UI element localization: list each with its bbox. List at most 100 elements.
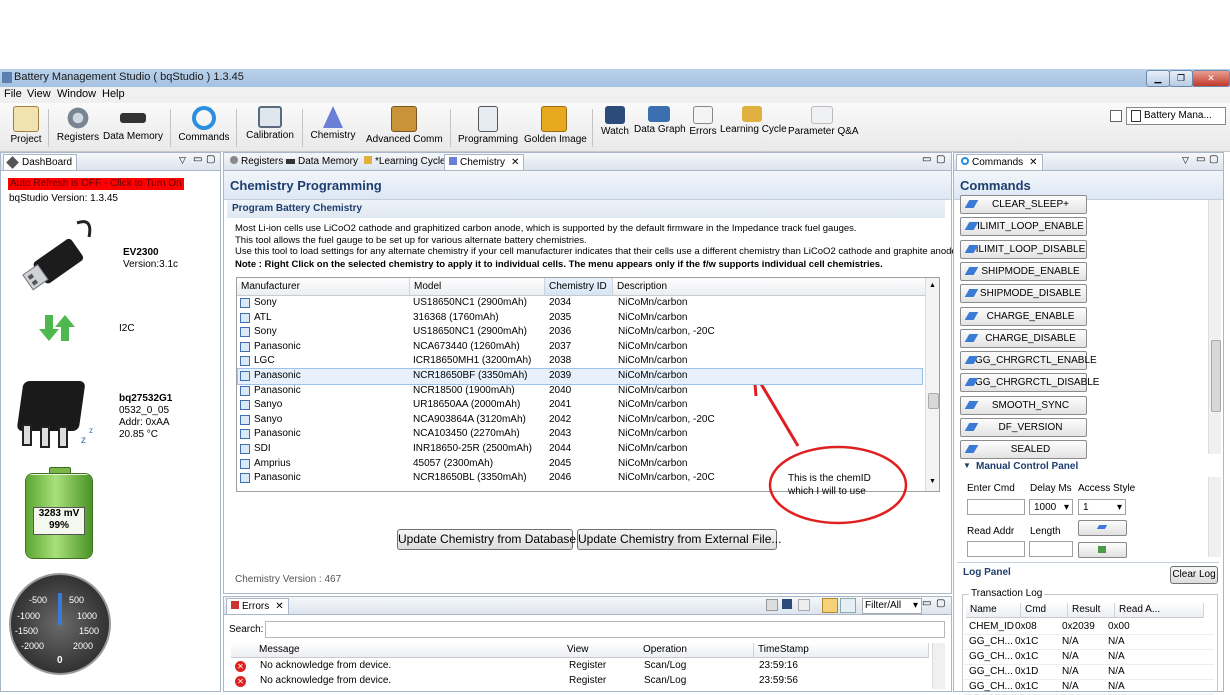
command-button[interactable]: ILIMIT_LOOP_DISABLE [960, 239, 1087, 259]
clear-log-button[interactable]: Clear Log [1170, 566, 1218, 584]
scrollbar-thumb[interactable] [1211, 340, 1221, 412]
search-input[interactable] [265, 621, 945, 638]
save-errors-icon[interactable] [782, 599, 792, 609]
command-button[interactable]: GG_CHRGRCTL_DISABLE [960, 373, 1099, 393]
command-button[interactable]: CHARGE_ENABLE [960, 306, 1087, 326]
log-row[interactable]: GG_CH... 0x1C N/A N/A [964, 635, 1214, 650]
access-style-select[interactable]: 1 ▾ [1078, 499, 1126, 515]
table-row[interactable]: Panasonic NCR18650BL (3350mAh) 2046 NiCoMn/… [238, 471, 922, 486]
enter-cmd-field[interactable] [967, 499, 1025, 515]
perspective-icon[interactable] [1110, 110, 1122, 122]
log-header-name[interactable]: Name [966, 603, 1021, 618]
update-chemistry-database-button[interactable]: Update Chemistry from Database [397, 529, 576, 550]
log-header-result[interactable]: Result [1068, 603, 1115, 618]
table-row[interactable]: Sanyo NCA903864A (3120mAh) 2042 NiCoMn/carb… [238, 413, 922, 428]
toolbar-parameter-qa-button[interactable]: Parameter Q&A [788, 105, 859, 137]
collapse-icon[interactable]: ▼ [963, 461, 971, 470]
close-tab-icon[interactable]: ✕ [275, 601, 283, 612]
length-field[interactable] [1029, 541, 1073, 557]
tab-learning-cycle[interactable]: *Learning Cycle [360, 154, 450, 169]
toolbar-data-graph-button[interactable]: Data Graph [634, 105, 686, 135]
column-header-manufacturer[interactable]: Manufacturer [237, 278, 410, 296]
write-button[interactable] [1078, 520, 1127, 536]
manual-control-scrollbar[interactable] [1208, 477, 1221, 557]
view-menu-icon[interactable]: ▽ [1182, 155, 1189, 166]
menu-window[interactable]: Window [57, 88, 96, 100]
log-row[interactable]: GG_CH... 0x1C N/A N/A [964, 650, 1214, 665]
toolbar-watch-button[interactable]: Watch [598, 105, 632, 137]
table-row[interactable]: Panasonic NCR18500 (1900mAh) 2040 NiCoMn/ca… [238, 384, 922, 399]
command-button[interactable]: SEALED [960, 440, 1087, 460]
toolbar-data-memory-button[interactable]: Data Memory [102, 105, 164, 142]
menu-help[interactable]: Help [102, 88, 125, 100]
table-row[interactable]: Sanyo UR18650AA (2000mAh) 2041 NiCoMn/carbo… [238, 398, 922, 413]
link-errors-icon[interactable] [822, 598, 838, 613]
column-header-message[interactable]: Message [231, 643, 587, 658]
layout-errors-icon[interactable] [840, 598, 856, 613]
column-header-model[interactable]: Model [410, 278, 545, 296]
column-header-chemistry-id[interactable]: Chemistry ID [545, 278, 613, 296]
menu-file[interactable]: File [4, 88, 22, 100]
table-row[interactable]: Sony US18650NC1 (2900mAh) 2036 NiCoMn/carbo… [238, 325, 922, 340]
command-button[interactable]: GG_CHRGRCTL_ENABLE [960, 351, 1097, 371]
auto-refresh-toggle[interactable]: Auto Refresh is OFF - Click to Turn On [8, 178, 184, 190]
column-header-operation[interactable]: Operation [639, 643, 754, 658]
toolbar-golden-image-button[interactable]: Golden Image [524, 105, 587, 145]
minimize-button[interactable]: ▁ [1146, 70, 1170, 87]
table-row[interactable]: Sony US18650NC1 (2900mAh) 2034 NiCoMn/carbo… [238, 296, 922, 311]
minimize-view-icon[interactable]: ▭ [922, 154, 931, 165]
toolbar-project-button[interactable]: Project [8, 105, 44, 145]
maximize-view-icon[interactable]: ▢ [936, 598, 945, 609]
toolbar-errors-button[interactable]: Errors [688, 105, 718, 137]
toolbar-programming-button[interactable]: Programming [458, 105, 518, 145]
toolbar-chemistry-button[interactable]: Chemistry [310, 105, 356, 141]
toolbar-registers-button[interactable]: Registers [56, 105, 100, 143]
table-row[interactable]: LGC ICR18650MH1 (3200mAh) 2038 NiCoMn/carbo… [238, 354, 922, 369]
tab-registers[interactable]: Registers [226, 154, 287, 169]
clear-errors-icon[interactable] [766, 599, 778, 611]
tab-chemistry[interactable]: Chemistry ✕ [444, 154, 525, 170]
column-header-view[interactable]: View [563, 643, 640, 658]
maximize-button[interactable]: ❐ [1169, 70, 1193, 87]
column-header-timestamp[interactable]: TimeStamp [754, 643, 929, 658]
minimize-view-icon[interactable]: ▭ [922, 598, 931, 609]
tab-commands[interactable]: Commands ✕ [956, 154, 1043, 170]
command-button[interactable]: DF_VERSION [960, 418, 1087, 437]
minimize-view-icon[interactable]: ▭ [193, 154, 202, 165]
maximize-view-icon[interactable]: ▢ [206, 154, 215, 165]
log-row[interactable]: GG_CH... 0x1D N/A N/A [964, 665, 1214, 680]
menu-view[interactable]: View [27, 88, 51, 100]
command-button[interactable]: ILIMIT_LOOP_ENABLE [960, 217, 1087, 237]
log-header-read[interactable]: Read A... [1115, 603, 1204, 618]
view-menu-icon[interactable]: ▽ [179, 155, 186, 166]
table-row[interactable]: SDI INR18650-25R (2500mAh) 2044 NiCoMn/carb… [238, 442, 922, 457]
command-button[interactable]: CHARGE_DISABLE [960, 328, 1087, 348]
table-row[interactable]: Amprius 45057 (2300mAh) 2045 NiCoMn/carbon [238, 457, 922, 472]
filter-select[interactable]: Filter/All ▾ [862, 598, 922, 614]
close-button[interactable]: ✕ [1192, 70, 1230, 87]
command-button[interactable]: SHIPMODE_DISABLE [960, 284, 1087, 304]
log-row[interactable]: GG_CH... 0x1C N/A N/A [964, 680, 1214, 695]
command-button[interactable]: CLEAR_SLEEP+ [960, 195, 1087, 214]
log-header-cmd[interactable]: Cmd [1021, 603, 1068, 618]
column-header-description[interactable]: Description [613, 278, 928, 296]
tab-dashboard[interactable]: DashBoard [3, 154, 78, 170]
log-row[interactable]: CHEM_ID 0x08 0x2039 0x00 [964, 620, 1214, 635]
close-tab-icon[interactable]: ✕ [511, 157, 519, 168]
read-button[interactable] [1078, 542, 1127, 558]
table-row[interactable]: Panasonic NCA103450 (2270mAh) 2043 NiCoMn/c… [238, 427, 922, 442]
toolbar-advanced-comm-button[interactable]: Advanced Comm [366, 105, 443, 145]
command-button[interactable]: SHIPMODE_ENABLE [960, 261, 1087, 281]
minimize-view-icon[interactable]: ▭ [1196, 154, 1205, 165]
copy-errors-icon[interactable] [798, 599, 810, 611]
commands-scrollbar[interactable] [1208, 200, 1221, 454]
close-tab-icon[interactable]: ✕ [1029, 157, 1037, 168]
perspective-button[interactable]: Battery Mana... [1126, 107, 1226, 125]
read-addr-field[interactable] [967, 541, 1025, 557]
table-row[interactable]: Panasonic NCA673440 (1260mAh) 2037 NiCoMn/c… [238, 340, 922, 355]
maximize-view-icon[interactable]: ▢ [1209, 154, 1218, 165]
toolbar-commands-button[interactable]: Commands [178, 105, 230, 143]
toolbar-learning-cycle-button[interactable]: Learning Cycle [720, 105, 787, 135]
maximize-view-icon[interactable]: ▢ [936, 154, 945, 165]
table-row[interactable]: ✕ No acknowledge from device. Register S… [231, 660, 931, 674]
